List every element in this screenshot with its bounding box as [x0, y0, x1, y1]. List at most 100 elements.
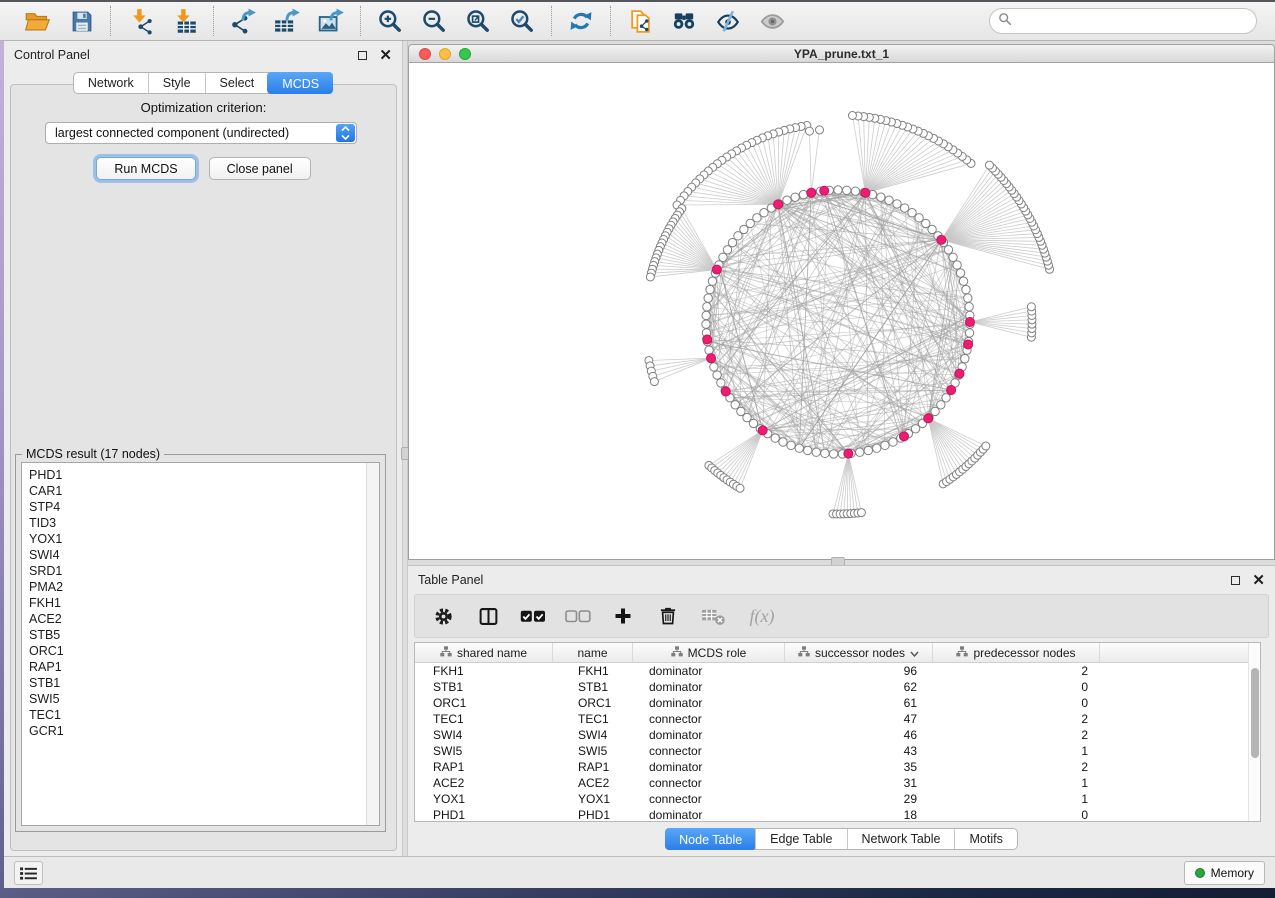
- graph-hub-node[interactable]: [900, 432, 909, 441]
- graph-node[interactable]: [834, 186, 842, 194]
- graph-node[interactable]: [843, 186, 851, 194]
- open-file-icon[interactable]: [22, 6, 52, 36]
- cell[interactable]: 1: [933, 775, 1100, 791]
- graph-node[interactable]: [705, 346, 713, 354]
- graph-node[interactable]: [795, 444, 803, 452]
- cell[interactable]: SWI4: [415, 727, 553, 743]
- graph-node[interactable]: [962, 285, 970, 293]
- graph-node[interactable]: [911, 425, 919, 433]
- graph-hub-node[interactable]: [774, 200, 783, 209]
- graph-node[interactable]: [760, 209, 768, 217]
- cell[interactable]: 29: [785, 791, 933, 807]
- cell[interactable]: dominator: [633, 663, 785, 679]
- cell[interactable]: STB1: [553, 679, 633, 695]
- tab-select[interactable]: Select: [205, 73, 269, 93]
- table-row[interactable]: STB1STB1dominator620: [415, 679, 1260, 695]
- select-all-icon[interactable]: [520, 601, 546, 631]
- float-panel-icon[interactable]: [358, 51, 367, 60]
- split-columns-icon[interactable]: [475, 601, 501, 631]
- cell[interactable]: RAP1: [415, 759, 553, 775]
- cell[interactable]: connector: [633, 711, 785, 727]
- export-table-icon[interactable]: [272, 6, 302, 36]
- cell[interactable]: 2: [933, 663, 1100, 679]
- column-header-successor-nodes[interactable]: successor nodes: [785, 643, 933, 662]
- graph-node[interactable]: [704, 294, 712, 302]
- graph-node[interactable]: [900, 204, 908, 212]
- graph-node[interactable]: [877, 193, 885, 201]
- save-session-icon[interactable]: [66, 6, 96, 36]
- graph-hub-node[interactable]: [703, 335, 712, 344]
- cell[interactable]: SWI4: [553, 727, 633, 743]
- tab-edge-table[interactable]: Edge Table: [755, 829, 846, 849]
- cell[interactable]: 47: [785, 711, 933, 727]
- cell[interactable]: 96: [785, 663, 933, 679]
- cell[interactable]: PHD1: [415, 807, 553, 823]
- graph-leaf-node[interactable]: [805, 127, 813, 135]
- graph-node[interactable]: [893, 200, 901, 208]
- graph-node[interactable]: [881, 441, 889, 449]
- result-node[interactable]: TID3: [29, 515, 372, 531]
- result-node[interactable]: GCR1: [29, 723, 372, 739]
- cell[interactable]: dominator: [633, 759, 785, 775]
- cell[interactable]: 0: [933, 807, 1100, 823]
- table-row[interactable]: FKH1FKH1dominator962: [415, 663, 1260, 679]
- add-column-icon[interactable]: [610, 601, 636, 631]
- graph-hub-node[interactable]: [712, 265, 721, 274]
- cell[interactable]: SWI5: [415, 743, 553, 759]
- cell[interactable]: FKH1: [415, 663, 553, 679]
- graph-node[interactable]: [864, 446, 872, 454]
- result-node[interactable]: PMA2: [29, 579, 372, 595]
- cell[interactable]: RAP1: [553, 759, 633, 775]
- table-row[interactable]: TEC1TEC1connector472: [415, 711, 1260, 727]
- graph-hub-node[interactable]: [955, 369, 964, 378]
- gear-icon[interactable]: [430, 601, 456, 631]
- graph-node[interactable]: [791, 193, 799, 201]
- graph-hub-node[interactable]: [964, 340, 973, 349]
- cell[interactable]: TEC1: [415, 711, 553, 727]
- zoom-fit-icon[interactable]: [463, 6, 493, 36]
- graph-node[interactable]: [702, 320, 710, 328]
- zoom-in-icon[interactable]: [375, 6, 405, 36]
- column-header-name[interactable]: name: [553, 643, 633, 662]
- graph-node[interactable]: [944, 246, 952, 254]
- result-node[interactable]: SRD1: [29, 563, 372, 579]
- table-row[interactable]: PHD1PHD1dominator180: [415, 807, 1260, 823]
- import-table-icon[interactable]: [169, 6, 199, 36]
- table-scrollbar[interactable]: [1248, 643, 1260, 821]
- cell[interactable]: 46: [785, 727, 933, 743]
- cell[interactable]: PHD1: [553, 807, 633, 823]
- cell[interactable]: dominator: [633, 727, 785, 743]
- float-table-panel-icon[interactable]: [1231, 576, 1240, 585]
- cell[interactable]: 0: [933, 695, 1100, 711]
- close-panel-icon[interactable]: ✕: [379, 51, 392, 60]
- result-scrollbar[interactable]: [366, 463, 379, 825]
- network-window-titlebar[interactable]: YPA_prune.txt_1: [408, 44, 1275, 63]
- close-table-panel-icon[interactable]: ✕: [1252, 576, 1265, 585]
- cell[interactable]: ACE2: [415, 775, 553, 791]
- share-document-icon[interactable]: [625, 6, 655, 36]
- cell[interactable]: STB1: [415, 679, 553, 695]
- graph-node[interactable]: [856, 448, 864, 456]
- deselect-all-icon[interactable]: [565, 601, 591, 631]
- tab-motifs[interactable]: Motifs: [954, 829, 1016, 849]
- tab-style[interactable]: Style: [148, 73, 205, 93]
- result-node[interactable]: ACE2: [29, 611, 372, 627]
- function-builder-icon[interactable]: f(x): [745, 601, 779, 631]
- delete-column-icon[interactable]: [655, 601, 681, 631]
- result-node[interactable]: ORC1: [29, 643, 372, 659]
- memory-button[interactable]: Memory: [1184, 861, 1265, 885]
- cell[interactable]: SWI5: [553, 743, 633, 759]
- graph-node[interactable]: [779, 438, 787, 446]
- graph-hub-node[interactable]: [861, 188, 870, 197]
- run-mcds-button[interactable]: Run MCDS: [96, 157, 195, 180]
- cell[interactable]: ORC1: [415, 695, 553, 711]
- export-image-icon[interactable]: [316, 6, 346, 36]
- graph-node[interactable]: [956, 269, 964, 277]
- graph-node[interactable]: [812, 448, 820, 456]
- graph-node[interactable]: [873, 444, 881, 452]
- task-history-button[interactable]: [14, 861, 43, 885]
- cell[interactable]: 18: [785, 807, 933, 823]
- cell[interactable]: connector: [633, 743, 785, 759]
- graph-leaf-node[interactable]: [857, 509, 865, 517]
- network-graph[interactable]: [409, 63, 1271, 557]
